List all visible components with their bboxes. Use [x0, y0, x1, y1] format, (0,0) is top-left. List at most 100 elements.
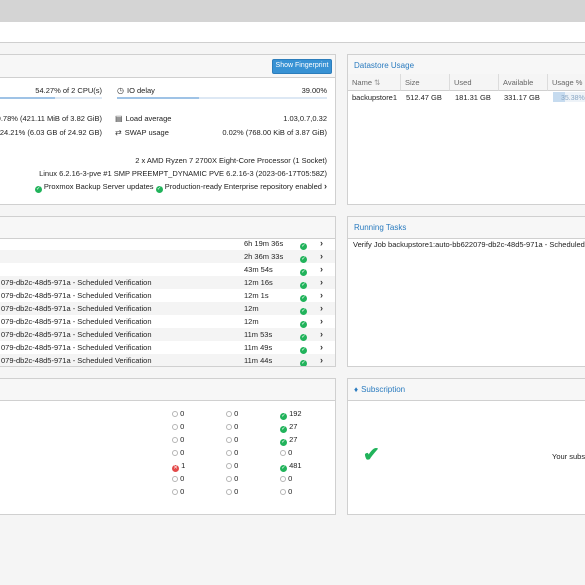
task-row[interactable]: 079-db2c-48d5-971a - Scheduled Verificat… — [0, 289, 335, 302]
io-delay-value: 39.00% — [301, 86, 327, 95]
check-icon: ✓ — [280, 439, 287, 446]
summary-count-b[interactable]: 0 — [226, 446, 238, 459]
summary-count-a[interactable]: 0 — [172, 485, 184, 498]
chevron-right-icon[interactable]: › — [320, 237, 323, 250]
task-summary-row: 0 0 0 — [0, 472, 335, 485]
check-icon: ✔ — [363, 444, 380, 466]
server-status-panel: Show Fingerprint 54.27% of 2 CPU(s) ◷ IO … — [0, 54, 336, 205]
check-icon: ✓ — [300, 360, 307, 366]
content-toolbar — [0, 22, 585, 43]
summary-count-c[interactable]: 0 — [280, 472, 292, 485]
check-icon: ✓ — [34, 186, 42, 193]
summary-count-c[interactable]: ✓ 27 — [280, 433, 297, 446]
summary-count-c[interactable]: 0 — [280, 485, 292, 498]
column-header-used[interactable]: Used — [450, 74, 499, 91]
summary-count-c[interactable]: ✓ 27 — [280, 420, 297, 433]
updates-text: Proxmox Backup Server updates — [43, 182, 154, 191]
circle-icon — [280, 476, 286, 482]
tag-icon: ♦ — [354, 385, 359, 394]
column-header-available[interactable]: Available — [499, 74, 548, 91]
summary-count-b[interactable]: 0 — [226, 459, 238, 472]
summary-count-c[interactable]: ✓ 481 — [280, 459, 302, 472]
tasks-header — [0, 217, 335, 239]
subscription-status: Your subsc — [552, 452, 585, 461]
chevron-right-icon[interactable]: › — [320, 263, 323, 276]
chevron-right-icon[interactable]: › — [320, 328, 323, 341]
task-row[interactable]: 079-db2c-48d5-971a - Scheduled Verificat… — [0, 315, 335, 328]
task-row[interactable]: 079-db2c-48d5-971a - Scheduled Verificat… — [0, 302, 335, 315]
swap-label-wrap: ⇄ SWAP usage — [115, 128, 169, 137]
task-duration: 12m 1s — [244, 291, 269, 300]
column-header-usage[interactable]: Usage % — [548, 74, 585, 91]
summary-count-a[interactable]: 0 — [172, 446, 184, 459]
summary-count-b[interactable]: 0 — [226, 420, 238, 433]
summary-count-b[interactable]: 0 — [226, 485, 238, 498]
task-duration: 11m 44s — [244, 356, 273, 365]
check-icon: ✓ — [300, 295, 307, 302]
chevron-right-icon[interactable]: › — [320, 250, 323, 263]
swap-label: SWAP usage — [124, 128, 169, 137]
check-icon: ✓ — [300, 269, 307, 276]
task-summary-panel: 0 0 ✓ 192 0 0 ✓ 27 0 0 ✓ 27 0 0 0 ✕ 1 0 ✓ 481… — [0, 378, 336, 515]
task-description: 079-db2c-48d5-971a - Scheduled Verificat… — [1, 291, 152, 300]
task-row[interactable]: 6h 19m 36s ✓ › — [0, 237, 335, 250]
task-description: 079-db2c-48d5-971a - Scheduled Verificat… — [1, 356, 152, 365]
chevron-right-icon[interactable]: › — [320, 302, 323, 315]
task-duration: 12m 16s — [244, 278, 273, 287]
column-header-size[interactable]: Size — [401, 74, 450, 91]
summary-count-a[interactable]: 0 — [172, 420, 184, 433]
summary-count-a[interactable]: 0 — [172, 472, 184, 485]
subscription-title: Subscription — [361, 385, 406, 394]
circle-icon — [226, 463, 232, 469]
cpu-usage-value: 54.27% of 2 CPU(s) — [35, 86, 102, 95]
repo-status[interactable]: ✓ Proxmox Backup Server updates ✓ Produc… — [34, 181, 327, 193]
task-summary-row: 0 0 ✓ 27 — [0, 420, 335, 433]
summary-count-b[interactable]: 0 — [226, 472, 238, 485]
task-duration: 11m 49s — [244, 343, 273, 352]
chevron-right-icon[interactable]: › — [320, 276, 323, 289]
check-icon: ✓ — [155, 186, 163, 193]
chevron-right-icon[interactable]: › — [320, 289, 323, 302]
error-icon: ✕ — [172, 465, 179, 472]
chevron-right-icon[interactable]: › — [320, 354, 323, 366]
tasks-panel: 6h 19m 36s ✓ › 2h 36m 33s ✓ › 43m 54s ✓ › 079-db2… — [0, 216, 336, 367]
summary-count-a[interactable]: ✕ 1 — [172, 459, 185, 472]
summary-count-c[interactable]: 0 — [280, 446, 292, 459]
summary-count-b[interactable]: 0 — [226, 407, 238, 420]
check-icon: ✓ — [280, 426, 287, 433]
datastore-usage-bar: 35.38% — [553, 92, 585, 102]
chevron-right-icon[interactable]: › — [320, 341, 323, 354]
task-row[interactable]: 43m 54s ✓ › — [0, 263, 335, 276]
summary-count-a[interactable]: 0 — [172, 433, 184, 446]
subscription-panel: ♦Subscription ✔ Your subsc — [347, 378, 585, 515]
datastore-usage-value: 35.38% — [561, 95, 585, 102]
circle-icon — [172, 489, 178, 495]
task-row[interactable]: 079-db2c-48d5-971a - Scheduled Verificat… — [0, 276, 335, 289]
task-row[interactable]: 079-db2c-48d5-971a - Scheduled Verificat… — [0, 328, 335, 341]
task-row[interactable]: 2h 36m 33s ✓ › — [0, 250, 335, 263]
summary-count-b[interactable]: 0 — [226, 433, 238, 446]
task-description: 079-db2c-48d5-971a - Scheduled Verificat… — [1, 304, 152, 313]
task-duration: 6h 19m 36s — [244, 239, 284, 248]
task-summary-header — [0, 379, 335, 401]
task-summary-row: 0 0 0 — [0, 485, 335, 498]
running-task-item[interactable]: Verify Job backupstore1:auto-bb622079-db… — [353, 240, 585, 249]
circle-icon — [226, 450, 232, 456]
task-duration: 11m 53s — [244, 330, 273, 339]
task-duration: 12m — [244, 304, 259, 313]
summary-count-c[interactable]: ✓ 192 — [280, 407, 302, 420]
datastore-available: 331.17 GB — [504, 93, 540, 102]
chevron-right-icon[interactable]: › — [320, 315, 323, 328]
task-duration: 43m 54s — [244, 265, 273, 274]
table-row[interactable]: backupstore1 512.47 GB 181.31 GB 331.17 … — [348, 91, 585, 104]
show-fingerprint-button[interactable]: Show Fingerprint — [272, 59, 332, 74]
column-header-name[interactable]: Name ⇅ — [348, 74, 401, 91]
check-icon: ✓ — [280, 465, 287, 472]
summary-count-a[interactable]: 0 — [172, 407, 184, 420]
task-row[interactable]: 079-db2c-48d5-971a - Scheduled Verificat… — [0, 341, 335, 354]
server-icon: ▤ — [115, 114, 123, 123]
check-icon: ✓ — [300, 243, 307, 250]
datastore-used: 181.31 GB — [455, 93, 491, 102]
task-row[interactable]: 079-db2c-48d5-971a - Scheduled Verificat… — [0, 354, 335, 366]
task-duration: 2h 36m 33s — [244, 252, 284, 261]
